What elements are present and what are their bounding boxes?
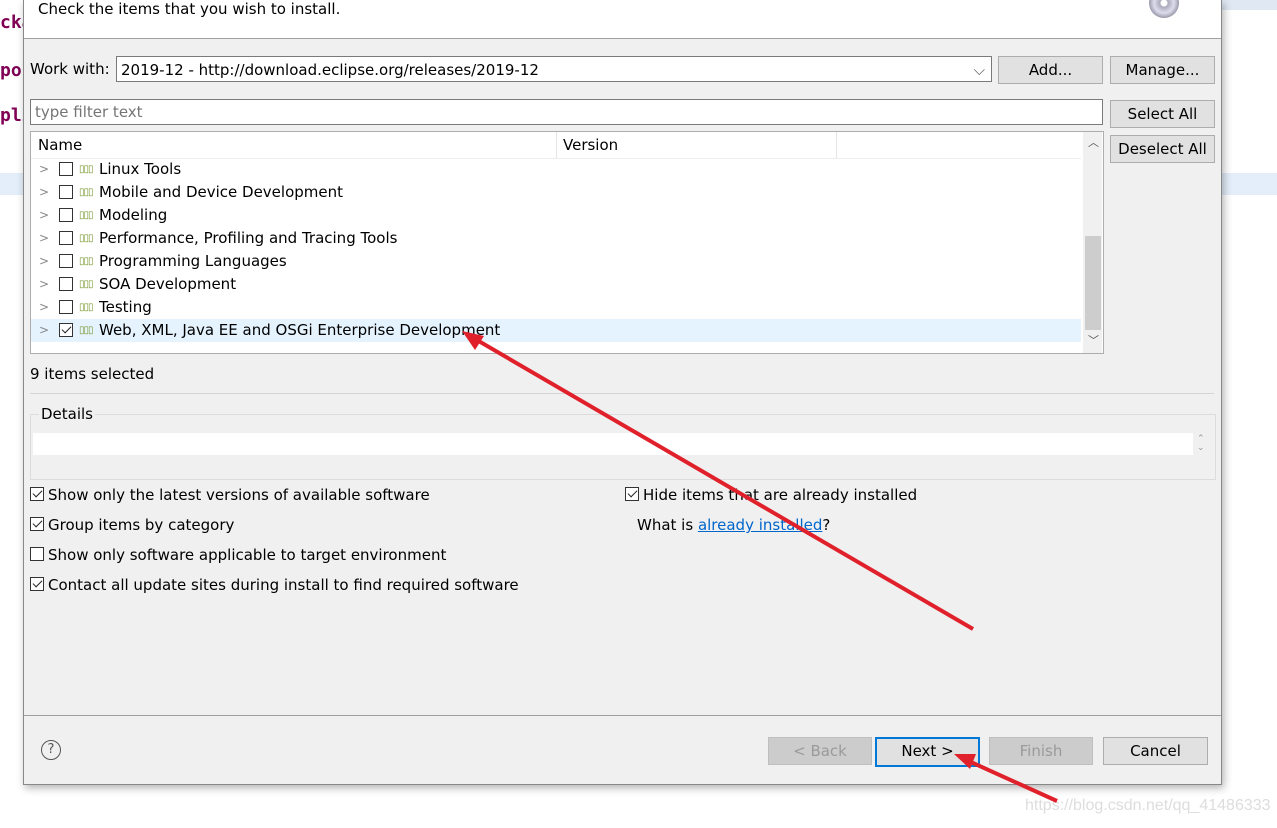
arrow-to-web-item — [462, 331, 975, 631]
arrow-to-next-button — [954, 754, 1058, 803]
annotation-arrows — [462, 331, 1058, 803]
